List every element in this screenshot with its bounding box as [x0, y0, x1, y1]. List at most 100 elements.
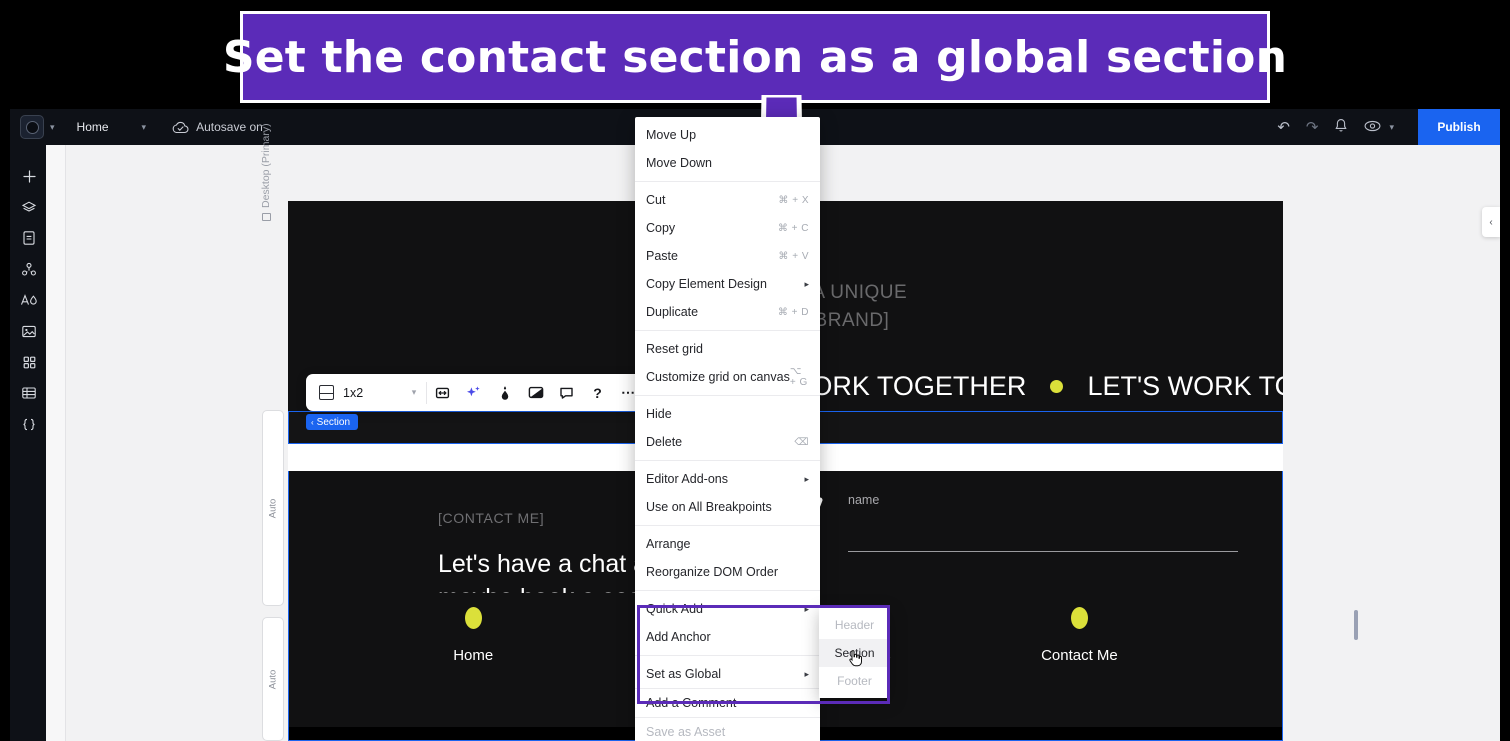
menu-item-paste[interactable]: Paste ⌘ + V: [635, 242, 820, 270]
image-icon[interactable]: [20, 322, 38, 340]
footer-nav-item-home[interactable]: Home: [453, 607, 493, 664]
redo-icon[interactable]: ↷: [1306, 120, 1319, 135]
contact-eyebrow: [CONTACT ME]: [438, 510, 545, 526]
name-field-underline[interactable]: [848, 551, 1238, 552]
page-chevron-down-icon[interactable]: ▾: [142, 122, 147, 133]
grid-row-gutter-1[interactable]: Auto: [262, 410, 284, 606]
menu-item-move-up[interactable]: Move Up: [635, 121, 820, 149]
pages-icon[interactable]: [20, 229, 38, 247]
ai-sparkle-icon[interactable]: [458, 374, 489, 411]
logo-chevron-down-icon[interactable]: ▾: [50, 122, 55, 133]
name-field-label: name: [848, 493, 880, 507]
menu-shortcut: ⌘ + D: [777, 306, 809, 318]
menu-separator: [635, 460, 820, 461]
menu-label: Add Anchor: [646, 630, 711, 644]
bell-icon[interactable]: [1334, 118, 1348, 136]
marquee-word-3: LET'S WORK TOGETHER: [1087, 370, 1283, 401]
menu-item-cut[interactable]: Cut ⌘ + X: [635, 186, 820, 214]
menu-item-add-anchor[interactable]: Add Anchor: [635, 623, 820, 651]
menu-label: Customize grid on canvas: [646, 370, 790, 384]
menu-item-delete[interactable]: Delete ⌫: [635, 428, 820, 456]
menu-item-quick-add[interactable]: Quick Add ▸: [635, 595, 820, 623]
footer-dot-icon: [1070, 607, 1088, 629]
undo-icon[interactable]: ↶: [1277, 120, 1290, 135]
menu-label: Set as Global: [646, 667, 722, 681]
menu-label: Move Down: [646, 156, 712, 170]
help-icon[interactable]: ?: [582, 374, 613, 411]
grid-row-gutter-2-label: Auto: [267, 669, 279, 689]
apps-grid-icon[interactable]: [20, 353, 38, 371]
menu-item-copy-element-design[interactable]: Copy Element Design ▸: [635, 270, 820, 298]
menu-item-add-a-comment[interactable]: Add a Comment: [635, 689, 820, 717]
menu-item-editor-add-ons[interactable]: Editor Add-ons ▸: [635, 465, 820, 493]
collapse-right-panel-button[interactable]: ‹: [1482, 207, 1500, 237]
menu-item-use-on-all-breakpoints[interactable]: Use on All Breakpoints: [635, 493, 820, 521]
layers-icon[interactable]: [20, 198, 38, 216]
menu-shortcut: ⌘ + X: [778, 194, 809, 206]
panel-resize-handle[interactable]: [1354, 610, 1358, 640]
menu-label: Hide: [646, 407, 672, 421]
footer-nav-label: Contact Me: [1041, 647, 1118, 664]
menu-shortcut: ⌫: [794, 436, 809, 448]
menu-separator: [635, 395, 820, 396]
monitor-icon: [261, 213, 271, 221]
submenu-arrow-icon: ▸: [804, 473, 809, 484]
section-element-badge[interactable]: ‹ Section: [306, 414, 359, 430]
menu-label: Copy Element Design: [646, 277, 767, 291]
submenu-item-footer: Footer: [837, 674, 872, 688]
element-toolbar[interactable]: 1x2 ▾ ? ⋯: [306, 374, 644, 411]
footer-dot-icon: [464, 607, 482, 629]
menu-item-set-as-global[interactable]: Set as Global ▸: [635, 660, 820, 688]
webflow-logo-icon[interactable]: [20, 115, 44, 139]
preview-chevron-down-icon[interactable]: ▾: [1389, 122, 1394, 133]
menu-separator: [635, 525, 820, 526]
grid-rows-icon: [319, 385, 334, 400]
menu-item-customize-grid-on-canvas[interactable]: Customize grid on canvas ⌥ + G: [635, 363, 820, 391]
publish-button[interactable]: Publish: [1418, 109, 1500, 145]
grid-chevron-down-icon[interactable]: ▾: [412, 387, 427, 398]
menu-item-copy[interactable]: Copy ⌘ + C: [635, 214, 820, 242]
annotation-banner: Set the contact section as a global sect…: [223, 11, 1287, 103]
context-menu[interactable]: Move Up Move Down Cut ⌘ + X Copy ⌘ + C P…: [635, 117, 820, 741]
components-icon[interactable]: [20, 260, 38, 278]
menu-item-reorganize-dom-order[interactable]: Reorganize DOM Order: [635, 558, 820, 586]
pointer-hand-icon: [848, 650, 862, 667]
menu-separator: [635, 590, 820, 591]
grid-layout-selector[interactable]: 1x2 ▾: [306, 385, 426, 400]
footer-nav-item-contact[interactable]: Contact Me: [1041, 607, 1118, 664]
page-selector[interactable]: Home ▾: [77, 120, 147, 134]
submenu-item-header: Header: [834, 618, 875, 632]
eye-icon[interactable]: [1364, 120, 1381, 135]
menu-label: Arrange: [646, 537, 691, 551]
menu-item-arrange[interactable]: Arrange: [635, 530, 820, 558]
menu-label: Paste: [646, 249, 678, 263]
menu-item-reset-grid[interactable]: Reset grid: [635, 335, 820, 363]
cloud-check-icon: [172, 121, 189, 134]
menu-separator: [635, 330, 820, 331]
annotation-banner-text: Set the contact section as a global sect…: [222, 31, 1288, 83]
menu-item-hide[interactable]: Hide: [635, 400, 820, 428]
plus-icon[interactable]: [20, 167, 38, 185]
menu-shortcut: ⌥ + G: [789, 366, 808, 388]
fit-width-icon[interactable]: [427, 374, 458, 411]
grid-row-gutter-2[interactable]: Auto: [262, 617, 284, 741]
animation-icon[interactable]: [489, 374, 520, 411]
menu-label: Reset grid: [646, 342, 703, 356]
left-rail-light-strip: [46, 145, 66, 741]
background-icon[interactable]: [520, 374, 551, 411]
comment-icon[interactable]: [551, 374, 582, 411]
toolbar-icon-group: ? ⋯: [427, 374, 644, 411]
menu-label: Reorganize DOM Order: [646, 565, 778, 579]
page-name-label: Home: [76, 120, 109, 134]
marquee-dot-icon: [1050, 379, 1064, 393]
menu-label: Cut: [646, 193, 666, 207]
code-braces-icon[interactable]: [20, 415, 38, 433]
footer-nav-label: Home: [453, 647, 494, 664]
menu-item-duplicate[interactable]: Duplicate ⌘ + D: [635, 298, 820, 326]
top-bar-actions: ↶ ↷ ▾ Publish: [1277, 109, 1500, 145]
menu-shortcut: ⌘ + V: [778, 250, 809, 262]
menu-item-move-down[interactable]: Move Down: [635, 149, 820, 177]
submenu-arrow-icon: ▸: [804, 603, 809, 614]
text-styles-icon[interactable]: [20, 291, 38, 309]
cms-table-icon[interactable]: [20, 384, 38, 402]
